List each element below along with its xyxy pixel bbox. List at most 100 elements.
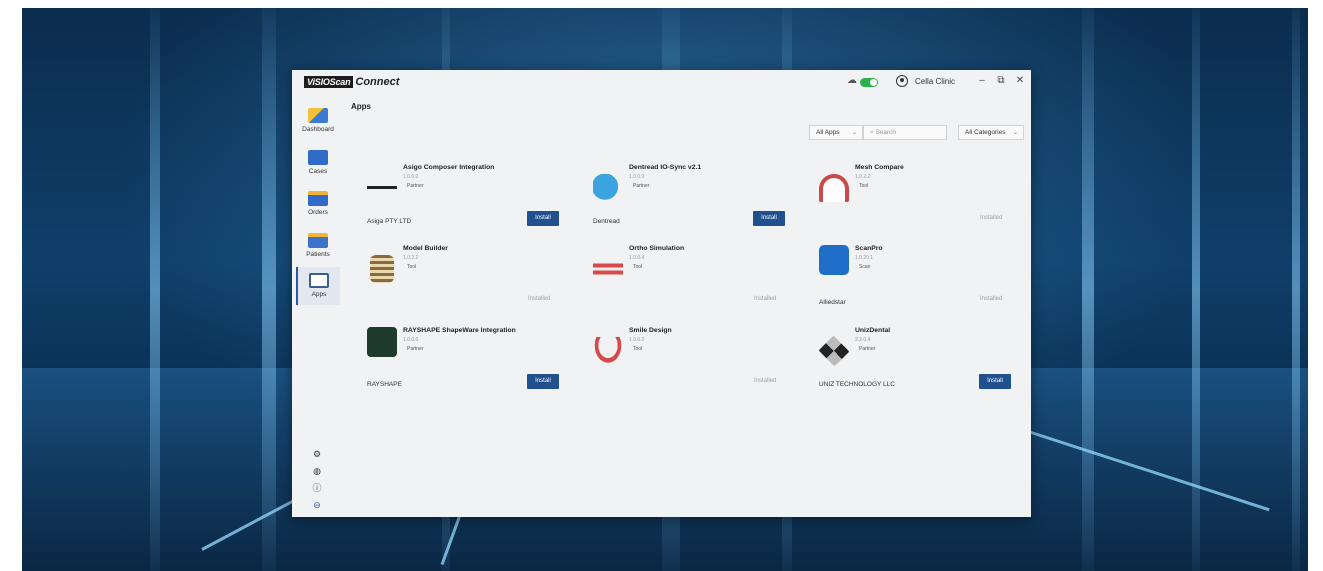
cloud-icon: ☁ [847, 75, 857, 86]
sidebar-item-apps[interactable]: Apps [296, 267, 340, 305]
app-name: Model Builder [403, 245, 448, 252]
close-button[interactable]: ✕ [1014, 75, 1026, 86]
app-vendor: RAYSHAPE [367, 381, 402, 388]
logout-icon[interactable]: ⊖ [312, 500, 322, 510]
app-tag: Partner [633, 183, 650, 189]
installed-status: Installed [754, 378, 777, 384]
app-logo: ViSIOScan Connect [304, 76, 399, 88]
app-version: 1.0.20.1 [855, 255, 874, 261]
app-version: 1.0.0.0 [403, 174, 419, 180]
installed-status: Installed [754, 296, 777, 302]
app-card: Mesh Compare 1.0.2.2 Tool Installed [819, 164, 1019, 234]
app-vendor: UNIZ TECHNOLOGY LLC [819, 381, 895, 388]
light-beam [1292, 8, 1300, 571]
scanpro-logo-icon [819, 245, 849, 275]
sidebar-item-label: Patients [306, 251, 330, 258]
app-name: Dentread IO-Sync v2.1 [629, 164, 702, 171]
app-tag: Tool [859, 183, 869, 189]
app-version: 1.0.2.2 [855, 174, 871, 180]
asiga-logo-icon [367, 174, 397, 202]
app-version: 1.0.2.2 [403, 255, 419, 261]
app-name: RAYSHAPE ShapeWare Integration [403, 327, 516, 334]
app-tag: Tool [633, 346, 643, 352]
sidebar-item-patients[interactable]: Patients [296, 227, 340, 265]
user-avatar-icon[interactable] [896, 75, 908, 87]
restore-button[interactable]: ⧉ [995, 75, 1007, 86]
sync-toggle[interactable] [860, 78, 878, 87]
app-card: Smile Design 1.0.0.2 Tool Installed [593, 327, 793, 397]
install-button[interactable]: Install [527, 374, 559, 389]
minimize-button[interactable]: – [976, 75, 988, 86]
sidebar-item-label: Apps [311, 291, 327, 298]
app-name: Asigo Composer Integration [403, 164, 495, 171]
light-beam [262, 8, 276, 571]
rayshape-logo-icon [367, 327, 397, 357]
app-version: 1.0.0.0 [629, 174, 645, 180]
app-name: Mesh Compare [855, 164, 904, 171]
installed-status: Installed [980, 215, 1003, 221]
search-input[interactable]: ⌕ Search [863, 125, 947, 140]
smile-design-logo-icon [593, 337, 623, 365]
app-tag: Tool [633, 264, 643, 270]
apps-icon [309, 273, 329, 288]
install-button[interactable]: Install [753, 211, 785, 226]
app-card: Model Builder 1.0.2.2 Tool Installed [367, 245, 567, 315]
app-version: 2.2.0.4 [855, 337, 871, 343]
app-name: UnizDental [855, 327, 891, 334]
app-vendor: Dentread [593, 218, 620, 225]
app-tag: Scan [859, 264, 871, 270]
app-version: 1.0.0.2 [629, 337, 645, 343]
mesh-compare-logo-icon [819, 174, 849, 202]
app-card: RAYSHAPE ShapeWare Integration 1.0.0.0 P… [367, 327, 567, 397]
user-name[interactable]: Cella Clinic [915, 77, 955, 86]
installed-status: Installed [528, 296, 551, 302]
ortho-simulation-logo-icon [593, 255, 623, 283]
chevron-down-icon: ⌄ [851, 130, 857, 136]
brand-name: ViSIOScan [304, 76, 354, 88]
sidebar-item-label: Dashboard [302, 126, 334, 133]
orders-icon [308, 191, 328, 206]
app-window: ViSIOScan Connect ☁ Cella Clinic – ⧉ ✕ D… [292, 70, 1031, 517]
app-vendor: Asiga PTY LTD [367, 218, 412, 225]
app-card: UnizDental 2.2.0.4 Partner UNIZ TECHNOLO… [818, 327, 1019, 397]
settings-icon[interactable]: ⚙ [312, 449, 322, 459]
model-builder-logo-icon [370, 255, 394, 283]
dashboard-icon [308, 108, 328, 123]
app-name: Ortho Simulation [629, 245, 685, 252]
app-tag: Tool [407, 264, 417, 270]
toggle-knob [870, 79, 877, 86]
light-beam [150, 8, 160, 571]
installed-status: Installed [980, 296, 1003, 302]
sidebar-item-dashboard[interactable]: Dashboard [296, 102, 340, 140]
category-value: All Categories [965, 129, 1006, 136]
chevron-down-icon: ⌄ [1012, 130, 1018, 136]
product-name: Connect [355, 76, 400, 88]
app-filter-select[interactable]: All Apps ⌄ [809, 125, 863, 140]
install-button[interactable]: Install [979, 374, 1011, 389]
app-version: 1.0.0.0 [403, 337, 419, 343]
app-tag: Partner [407, 183, 424, 189]
app-vendor: Alliedstar [819, 299, 846, 306]
search-icon: ⌕ [870, 129, 874, 136]
page-title: Apps [351, 102, 371, 111]
category-select[interactable]: All Categories ⌄ [958, 125, 1024, 140]
dentread-logo-icon [593, 174, 623, 202]
globe-icon[interactable]: ◍ [312, 466, 322, 476]
patients-icon [308, 233, 328, 248]
sidebar-item-cases[interactable]: Cases [296, 144, 340, 182]
app-name: ScanPro [855, 245, 883, 252]
search-placeholder: Search [875, 129, 897, 136]
info-icon[interactable]: ⓘ [312, 483, 322, 493]
app-card: Asigo Composer Integration 1.0.0.0 Partn… [367, 164, 567, 234]
sidebar-item-orders[interactable]: Orders [296, 185, 340, 223]
app-card: ScanPro 1.0.20.1 Scan Alliedstar Install… [819, 245, 1019, 315]
app-version: 1.0.0.4 [629, 255, 645, 261]
app-name: Smile Design [629, 327, 672, 334]
install-button[interactable]: Install [527, 211, 559, 226]
filter-value: All Apps [816, 129, 840, 136]
app-card: Dentread IO-Sync v2.1 1.0.0.0 Partner De… [593, 164, 793, 234]
sidebar: Dashboard Cases Orders Patients Apps ⚙ ◍… [292, 94, 340, 517]
app-tag: Partner [407, 346, 424, 352]
app-card: Ortho Simulation 1.0.0.4 Tool Installed [593, 245, 793, 315]
app-tag: Partner [859, 346, 876, 352]
